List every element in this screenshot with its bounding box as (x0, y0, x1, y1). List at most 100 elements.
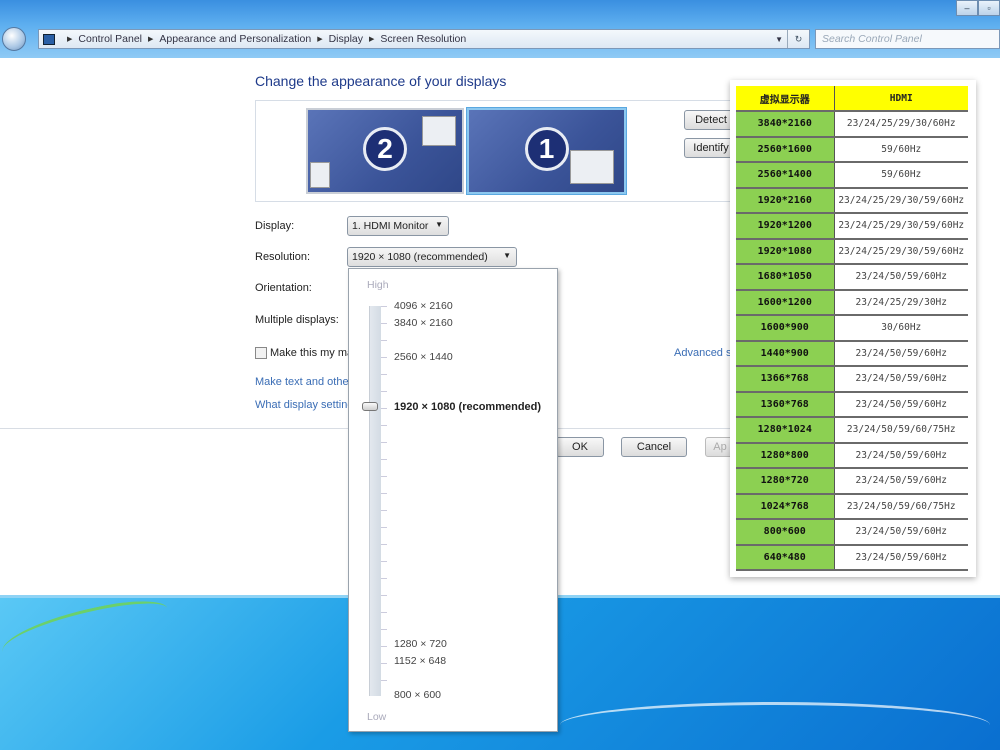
refresh-rates-cell: 30/60Hz (834, 315, 968, 342)
monitor-1[interactable]: 1 (467, 108, 626, 194)
back-button[interactable] (2, 27, 26, 51)
cancel-button[interactable]: Cancel (621, 437, 687, 457)
resolution-option[interactable]: 1280 × 720 (394, 638, 447, 650)
table-row: 3840*2160 23/24/25/29/30/60Hz (736, 111, 968, 138)
resolution-cell: 1920*2160 (736, 187, 835, 214)
resolution-dropdown: High 4096 × 2160 3840 × 2160 2560 × 1440… (348, 268, 558, 732)
breadcrumb-control-panel[interactable]: Control Panel (78, 33, 142, 45)
window-thumbnail-icon (422, 116, 456, 146)
resolution-label: Resolution: (255, 251, 311, 263)
refresh-rates-cell: 23/24/50/59/60Hz (834, 468, 968, 495)
high-label: High (367, 279, 389, 291)
refresh-rates-cell: 23/24/25/29/30Hz (834, 289, 968, 316)
slider-tick (381, 340, 387, 341)
slider-tick (381, 391, 387, 392)
slider-tick (381, 561, 387, 562)
resolution-cell: 1600*900 (736, 315, 835, 342)
table-row: 1366*768 23/24/50/59/60Hz (736, 366, 968, 393)
table-row: 1920*1080 23/24/25/29/30/59/60Hz (736, 238, 968, 265)
maximize-button[interactable]: ▫ (978, 0, 1000, 16)
table-row: 1920*1200 23/24/25/29/30/59/60Hz (736, 213, 968, 240)
slider-tick (381, 510, 387, 511)
resolution-option-selected[interactable]: 1920 × 1080 (recommended) (394, 401, 541, 413)
ok-button[interactable]: OK (556, 437, 604, 457)
resolution-option[interactable]: 3840 × 2160 (394, 317, 453, 329)
resolution-select[interactable]: 1920 × 1080 (recommended) ▼ (347, 247, 517, 267)
resolution-option[interactable]: 4096 × 2160 (394, 300, 453, 312)
table-row: 2560*1600 59/60Hz (736, 136, 968, 163)
resolution-option[interactable]: 2560 × 1440 (394, 351, 453, 363)
resolution-cell: 2560*1600 (736, 136, 835, 163)
resolution-cell: 1024*768 (736, 493, 835, 520)
chevron-down-icon[interactable]: ▼ (775, 35, 783, 44)
display-value: 1. HDMI Monitor (352, 220, 429, 232)
resolution-slider-track[interactable] (369, 306, 381, 696)
search-input[interactable]: Search Control Panel (815, 29, 1000, 49)
multiple-displays-label: Multiple displays: (255, 314, 339, 326)
header-virtual-display: 虚拟显示器 (736, 86, 835, 112)
slider-tick (381, 357, 387, 358)
table-row: 800*600 23/24/50/59/60Hz (736, 519, 968, 546)
wallpaper-swoosh (560, 702, 990, 748)
resolution-cell: 1360*768 (736, 391, 835, 418)
refresh-rates-cell: 23/24/50/59/60Hz (834, 442, 968, 469)
resolution-cell: 1280*1024 (736, 417, 835, 444)
display-label: Display: (255, 220, 295, 232)
refresh-rates-cell: 23/24/50/59/60Hz (834, 264, 968, 291)
text-size-link[interactable]: Make text and othe (255, 376, 349, 388)
address-bar[interactable]: ▶ Control Panel ▶ Appearance and Persona… (38, 29, 810, 49)
refresh-rates-cell: 23/24/50/59/60/75Hz (834, 417, 968, 444)
refresh-icon[interactable]: ↻ (787, 30, 809, 48)
slider-tick (381, 493, 387, 494)
refresh-rates-cell: 23/24/50/59/60Hz (834, 519, 968, 546)
resolution-spec-table: 虚拟显示器 HDMI 3840*2160 23/24/25/29/30/60Hz 2… (730, 80, 976, 577)
resolution-cell: 640*480 (736, 544, 835, 571)
resolution-cell: 1920*1200 (736, 213, 835, 240)
slider-tick (381, 442, 387, 443)
slider-tick (381, 527, 387, 528)
chevron-down-icon: ▼ (503, 251, 511, 260)
display-settings-help-link[interactable]: What display setting (255, 399, 353, 411)
main-display-label: Make this my ma (270, 347, 354, 359)
slider-tick (381, 595, 387, 596)
resolution-cell: 1600*1200 (736, 289, 835, 316)
slider-tick (381, 578, 387, 579)
refresh-rates-cell: 59/60Hz (834, 162, 968, 189)
resolution-value: 1920 × 1080 (recommended) (352, 251, 488, 263)
slider-tick (381, 476, 387, 477)
slider-tick (381, 323, 387, 324)
resolution-cell: 1280*720 (736, 468, 835, 495)
resolution-cell: 1440*900 (736, 340, 835, 367)
chevron-down-icon: ▼ (435, 220, 443, 229)
slider-tick (381, 663, 387, 664)
resolution-cell: 800*600 (736, 519, 835, 546)
resolution-option[interactable]: 800 × 600 (394, 689, 441, 701)
slider-tick (381, 646, 387, 647)
refresh-rates-cell: 23/24/50/59/60Hz (834, 340, 968, 367)
breadcrumb-display[interactable]: Display (329, 33, 363, 45)
slider-tick (381, 544, 387, 545)
resolution-option[interactable]: 1152 × 648 (394, 655, 446, 667)
breadcrumb-appearance[interactable]: Appearance and Personalization (159, 33, 311, 45)
monitor-2[interactable]: 2 (306, 108, 464, 194)
table-row: 1440*900 23/24/50/59/60Hz (736, 340, 968, 367)
monitor-number: 2 (363, 127, 407, 171)
refresh-rates-cell: 23/24/50/59/60Hz (834, 391, 968, 418)
breadcrumb-screen-resolution[interactable]: Screen Resolution (380, 33, 466, 45)
low-label: Low (367, 711, 387, 723)
display-select[interactable]: 1. HDMI Monitor ▼ (347, 216, 449, 236)
slider-tick (381, 374, 387, 375)
minimize-button[interactable]: ‒ (956, 0, 978, 16)
slider-thumb[interactable] (362, 402, 378, 411)
table-row: 1024*768 23/24/50/59/60/75Hz (736, 493, 968, 520)
resolution-cell: 1366*768 (736, 366, 835, 393)
refresh-rates-cell: 23/24/25/29/30/60Hz (834, 111, 968, 138)
advanced-settings-link[interactable]: Advanced s (674, 347, 731, 359)
main-display-checkbox[interactable] (255, 347, 267, 359)
refresh-rates-cell: 23/24/25/29/30/59/60Hz (834, 187, 968, 214)
slider-tick (381, 629, 387, 630)
table-row: 1280*720 23/24/50/59/60Hz (736, 468, 968, 495)
table-header: 虚拟显示器 HDMI (736, 86, 968, 112)
refresh-rates-cell: 23/24/25/29/30/59/60Hz (834, 238, 968, 265)
table-row: 640*480 23/24/50/59/60Hz (736, 544, 968, 571)
